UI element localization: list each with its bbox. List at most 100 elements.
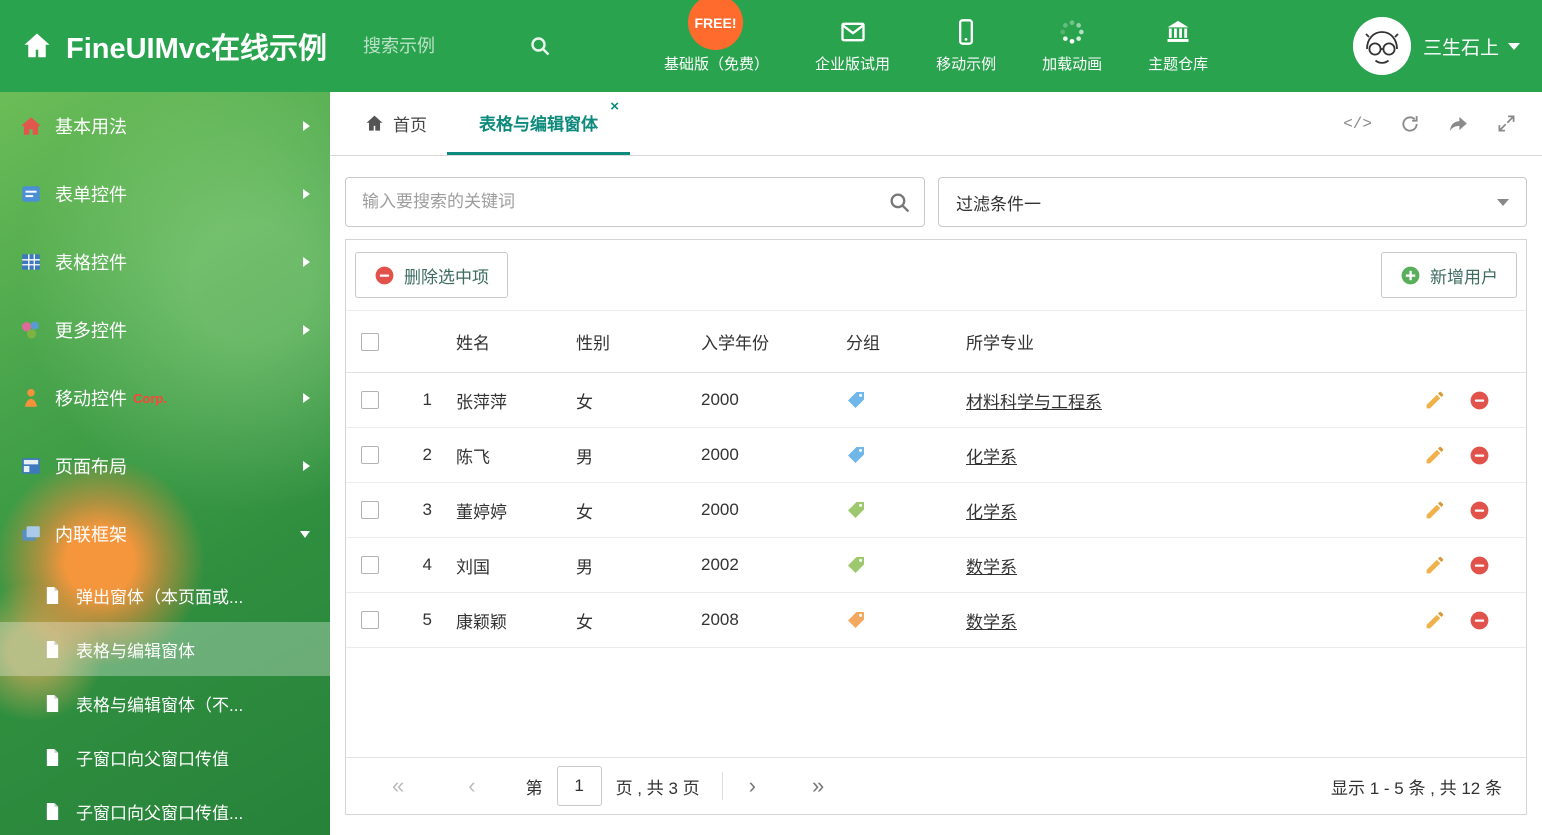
cell-group	[826, 390, 946, 410]
page-prefix: 第	[525, 778, 543, 798]
major-link[interactable]: 数学系	[966, 613, 1017, 632]
nav-loading-animation[interactable]: 加载动画	[1019, 18, 1125, 74]
shapes-icon	[21, 321, 39, 339]
major-link[interactable]: 化学系	[966, 448, 1017, 467]
tab-grid-edit-window[interactable]: 表格与编辑窗体 ×	[447, 92, 630, 155]
edit-icon[interactable]	[1424, 445, 1445, 466]
header-search-input[interactable]	[363, 35, 514, 57]
filter-dropdown[interactable]: 过滤条件一	[938, 177, 1527, 227]
cell-gender: 男	[576, 557, 593, 577]
row-checkbox[interactable]	[361, 446, 379, 464]
sidebar-subitem-popup-window[interactable]: 弹出窗体（本页面或...	[0, 568, 330, 622]
sidebar-subitem-grid-edit-window-2[interactable]: 表格与编辑窗体（不...	[0, 676, 330, 730]
app-title: FineUIMvc在线示例	[66, 33, 328, 65]
row-checkbox[interactable]	[361, 391, 379, 409]
file-icon	[46, 748, 59, 766]
select-all-checkbox[interactable]	[361, 332, 379, 351]
keyword-search-input[interactable]	[346, 178, 924, 226]
cell-year: 2008	[701, 610, 739, 629]
sidebar-subitem-child-to-parent-2[interactable]: 子窗口向父窗口传值...	[0, 784, 330, 835]
source-code-icon[interactable]: </>	[1343, 115, 1372, 133]
delete-icon[interactable]	[1469, 555, 1490, 576]
tag-icon	[848, 447, 864, 463]
row-checkbox[interactable]	[361, 501, 379, 519]
edit-icon[interactable]	[1424, 555, 1445, 576]
next-page-button[interactable]: ›	[745, 775, 760, 797]
bank-icon	[1167, 20, 1189, 42]
col-major[interactable]: 所学专业	[946, 329, 1410, 354]
nav-label: 基础版（免费）	[664, 56, 770, 73]
first-page-button[interactable]: «	[388, 775, 408, 797]
chevron-down-icon	[300, 530, 310, 538]
sidebar-subitem-child-to-parent[interactable]: 子窗口向父窗口传值	[0, 730, 330, 784]
edit-icon[interactable]	[1424, 610, 1445, 631]
frames-icon	[22, 526, 40, 541]
major-link[interactable]: 材料科学与工程系	[966, 393, 1102, 412]
last-page-button[interactable]: »	[808, 775, 828, 797]
divider	[721, 772, 723, 800]
tab-home[interactable]: 首页	[345, 92, 447, 155]
delete-icon[interactable]	[1469, 390, 1490, 411]
col-gender[interactable]: 性别	[556, 329, 681, 354]
chevron-right-icon	[303, 189, 310, 199]
user-menu[interactable]: 三生石上	[1352, 17, 1520, 75]
prev-page-button[interactable]: ‹	[464, 775, 479, 797]
row-number: 2	[422, 445, 432, 464]
close-tab-icon[interactable]: ×	[610, 99, 619, 114]
page-number-input[interactable]	[556, 766, 602, 806]
cell-gender: 女	[576, 392, 593, 412]
file-icon	[46, 586, 59, 604]
sidebar-item-basic-usage[interactable]: 基本用法	[0, 92, 330, 160]
col-group[interactable]: 分组	[826, 329, 946, 354]
table-row: 3 董婷婷 女 2000 化学系	[346, 483, 1526, 538]
keyword-search-box	[345, 177, 925, 227]
tab-bar: 首页 表格与编辑窗体 × </>	[330, 92, 1542, 156]
major-link[interactable]: 化学系	[966, 503, 1017, 522]
delete-icon[interactable]	[1469, 610, 1490, 631]
sidebar-item-mobile-controls[interactable]: 移动控件 Corp.	[0, 364, 330, 432]
grid-panel: 删除选中项 新增用户 姓名 性别 入学年份 分组 所学专业 1 张萍萍 女 20…	[345, 239, 1527, 815]
row-checkbox[interactable]	[361, 556, 379, 574]
nav-mobile-demo[interactable]: 移动示例	[913, 18, 1019, 74]
delete-icon[interactable]	[1469, 445, 1490, 466]
search-icon[interactable]	[888, 191, 911, 214]
col-year[interactable]: 入学年份	[681, 329, 826, 354]
cell-gender: 女	[576, 502, 593, 522]
delete-icon[interactable]	[1469, 500, 1490, 521]
edit-icon[interactable]	[1424, 390, 1445, 411]
row-number: 5	[422, 610, 432, 629]
tag-icon	[848, 612, 864, 628]
row-number: 4	[422, 555, 432, 574]
table-icon	[22, 254, 40, 270]
sidebar-item-page-layout[interactable]: 页面布局	[0, 432, 330, 500]
nav-theme-repo[interactable]: 主题仓库	[1125, 18, 1231, 74]
add-user-button[interactable]: 新增用户	[1381, 252, 1517, 298]
major-link[interactable]: 数学系	[966, 558, 1017, 577]
table-empty-space	[346, 648, 1526, 757]
sidebar-item-more-controls[interactable]: 更多控件	[0, 296, 330, 364]
sidebar-subitem-grid-edit-window[interactable]: 表格与编辑窗体	[0, 622, 330, 676]
file-icon	[46, 802, 59, 820]
grid-toolbar: 删除选中项 新增用户	[346, 240, 1526, 310]
sidebar-item-iframe[interactable]: 内联框架	[0, 500, 330, 568]
share-icon[interactable]	[1448, 113, 1469, 134]
cell-name: 董婷婷	[456, 502, 507, 522]
expand-icon[interactable]	[1497, 114, 1516, 133]
search-icon[interactable]	[529, 35, 551, 57]
edit-icon[interactable]	[1424, 500, 1445, 521]
sidebar-item-form-controls[interactable]: 表单控件	[0, 160, 330, 228]
home-logo-icon[interactable]	[22, 31, 52, 61]
nav-enterprise-trial[interactable]: 企业版试用	[792, 18, 913, 74]
refresh-icon[interactable]	[1400, 114, 1420, 134]
table-row: 4 刘国 男 2002 数学系	[346, 538, 1526, 593]
sidebar-item-grid-controls[interactable]: 表格控件	[0, 228, 330, 296]
row-number: 3	[422, 500, 432, 519]
top-header: FineUIMvc在线示例 FREE! 基础版（免费） 企业版试用 移动示例 加…	[0, 0, 1542, 92]
delete-selected-button[interactable]: 删除选中项	[355, 252, 508, 298]
user-name: 三生石上	[1422, 37, 1499, 59]
corp-badge: Corp.	[133, 390, 167, 406]
row-checkbox[interactable]	[361, 611, 379, 629]
cell-group	[826, 610, 946, 630]
cell-group	[826, 445, 946, 465]
col-name[interactable]: 姓名	[436, 329, 556, 354]
